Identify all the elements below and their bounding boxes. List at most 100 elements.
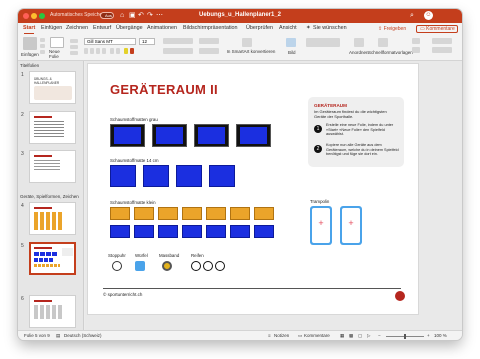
zoom-in-button[interactable]: + xyxy=(427,333,430,338)
language-status[interactable]: Deutsch (Schweiz) xyxy=(64,333,102,338)
hoop-1[interactable] xyxy=(191,261,201,271)
reading-view-button[interactable]: ▢ xyxy=(358,333,362,339)
tab-zeichnen[interactable]: Zeichnen xyxy=(66,25,88,32)
small-blue-mat-4[interactable] xyxy=(182,225,202,238)
superscript-button[interactable] xyxy=(116,48,120,54)
highlight-color-button[interactable] xyxy=(124,48,128,54)
grey-mat-1[interactable] xyxy=(110,124,145,147)
italic-button[interactable] xyxy=(90,48,94,54)
tab-uebergaenge[interactable]: Übergänge xyxy=(116,25,143,32)
small-blue-mat-5[interactable] xyxy=(206,225,226,238)
slide-thumbnail-6[interactable] xyxy=(29,295,76,328)
tab-bildschirmpraesentation[interactable]: Bildschirmpräsentation xyxy=(183,25,238,32)
slide-thumbnail-2[interactable] xyxy=(29,111,76,144)
orange-mat-5[interactable] xyxy=(206,207,226,220)
font-size-select[interactable]: 12 xyxy=(139,38,155,45)
copy-icon[interactable] xyxy=(40,44,45,48)
tab-animationen[interactable]: Animationen xyxy=(147,25,177,32)
notes-button[interactable]: Notizen xyxy=(274,333,289,338)
section-geraete[interactable]: Geräte, Spielformen, Zeichen xyxy=(20,194,79,199)
slide-thumbnail-5[interactable] xyxy=(29,242,76,275)
orange-mat-7[interactable] xyxy=(254,207,274,220)
smartart-icon[interactable] xyxy=(242,38,252,47)
share-button[interactable]: ⇪ Freigeben xyxy=(378,25,412,33)
instruction-box[interactable]: GERÄTERAUM Im Geräteraum findest du die … xyxy=(308,97,404,167)
orange-mat-2[interactable] xyxy=(134,207,154,220)
small-blue-mat-7[interactable] xyxy=(254,225,274,238)
label-dice[interactable]: Würfel xyxy=(135,253,148,258)
stopwatch-icon[interactable] xyxy=(112,261,122,271)
label-mats-14cm[interactable]: Schaumstoffmatte 14 cm xyxy=(110,158,158,163)
blue-mat-1[interactable] xyxy=(110,165,136,187)
layout-icon[interactable] xyxy=(70,39,78,43)
normal-view-button[interactable]: ▦ xyxy=(340,333,344,339)
comments-button[interactable]: ▭ Kommentare xyxy=(416,25,458,33)
tab-start[interactable]: Start xyxy=(23,25,35,32)
bullets-row[interactable] xyxy=(163,38,193,44)
tab-ansicht[interactable]: Ansicht xyxy=(279,25,297,32)
new-slide-icon[interactable] xyxy=(50,37,64,48)
orange-mat-6[interactable] xyxy=(230,207,250,220)
reset-icon[interactable] xyxy=(70,45,78,49)
small-blue-mat-2[interactable] xyxy=(134,225,154,238)
hoop-2[interactable] xyxy=(203,261,213,271)
label-grey-mats[interactable]: Schaumstoffmatten grau xyxy=(110,117,158,122)
shapes-gallery[interactable] xyxy=(306,38,340,47)
slide-sorter-button[interactable]: ▩ xyxy=(349,333,353,339)
trampolin-2[interactable]: + xyxy=(340,206,362,245)
cut-icon[interactable] xyxy=(40,38,45,42)
tab-einfuegen[interactable]: Einfügen xyxy=(41,25,62,32)
shape-outline-button[interactable] xyxy=(412,47,420,53)
text-direction-row[interactable] xyxy=(199,38,219,44)
designer-button[interactable] xyxy=(432,47,452,53)
clipboard-icon[interactable] xyxy=(23,37,37,50)
zoom-out-button[interactable]: − xyxy=(378,333,381,338)
trampolin-1[interactable]: + xyxy=(310,206,332,245)
slide-thumbnail-3[interactable] xyxy=(29,150,76,183)
comments-status-button[interactable]: Kommentare xyxy=(304,333,330,338)
subscript-button[interactable] xyxy=(110,48,114,54)
grey-mat-4[interactable] xyxy=(236,124,271,147)
blue-mat-4[interactable] xyxy=(209,165,235,187)
hoop-3[interactable] xyxy=(215,261,225,271)
strike-button[interactable] xyxy=(102,48,106,54)
tab-ueberpruefen[interactable]: Überprüfen xyxy=(246,25,273,32)
columns-row[interactable] xyxy=(199,48,219,54)
small-blue-mat-1[interactable] xyxy=(110,225,130,238)
slide-5[interactable]: GERÄTERAUM II Schaumstoffmatten grau Sch… xyxy=(88,64,418,314)
font-color-button[interactable] xyxy=(130,48,134,54)
dice-icon[interactable] xyxy=(135,261,145,271)
tape-measure-icon[interactable] xyxy=(162,261,172,271)
section-icon[interactable] xyxy=(70,51,78,55)
arrange-icon[interactable] xyxy=(354,38,364,47)
tab-sie-wuenschen[interactable]: Sie wünschen xyxy=(313,25,347,32)
label-small-mats[interactable]: Schaumstoffmatte klein xyxy=(110,200,156,205)
quick-styles-icon[interactable] xyxy=(378,38,388,47)
slide-thumbnail-4[interactable] xyxy=(29,202,76,235)
label-trampolin[interactable]: Trampolin xyxy=(310,199,329,204)
blue-mat-2[interactable] xyxy=(143,165,169,187)
format-painter-icon[interactable] xyxy=(40,50,45,54)
label-hoops[interactable]: Reifen xyxy=(191,253,204,258)
small-blue-mat-6[interactable] xyxy=(230,225,250,238)
grey-mat-2[interactable] xyxy=(152,124,187,147)
orange-mat-4[interactable] xyxy=(182,207,202,220)
search-icon[interactable]: ⌕ xyxy=(410,12,414,20)
small-blue-mat-3[interactable] xyxy=(158,225,178,238)
blue-mat-3[interactable] xyxy=(176,165,202,187)
account-avatar[interactable]: ☺ xyxy=(424,11,433,20)
slideshow-button[interactable]: ▷ xyxy=(367,333,370,339)
font-family-select[interactable]: Gill Sans MT xyxy=(84,38,136,45)
slide-title[interactable]: GERÄTERAUM II xyxy=(110,82,218,97)
label-tape[interactable]: Massband xyxy=(159,253,179,258)
slide-thumbnail-1[interactable]: ÜBUNGS- & HALLENPLANER xyxy=(29,71,76,104)
grey-mat-3[interactable] xyxy=(194,124,229,147)
underline-button[interactable] xyxy=(96,48,100,54)
section-titelfolien[interactable]: Titelfolien xyxy=(20,63,39,68)
zoom-level[interactable]: 100 % xyxy=(434,333,447,338)
orange-mat-3[interactable] xyxy=(158,207,178,220)
bold-button[interactable] xyxy=(84,48,88,54)
spellcheck-icon[interactable]: ▤ xyxy=(56,333,60,339)
find-replace-button[interactable] xyxy=(432,38,452,44)
zoom-slider-thumb[interactable] xyxy=(404,334,406,339)
